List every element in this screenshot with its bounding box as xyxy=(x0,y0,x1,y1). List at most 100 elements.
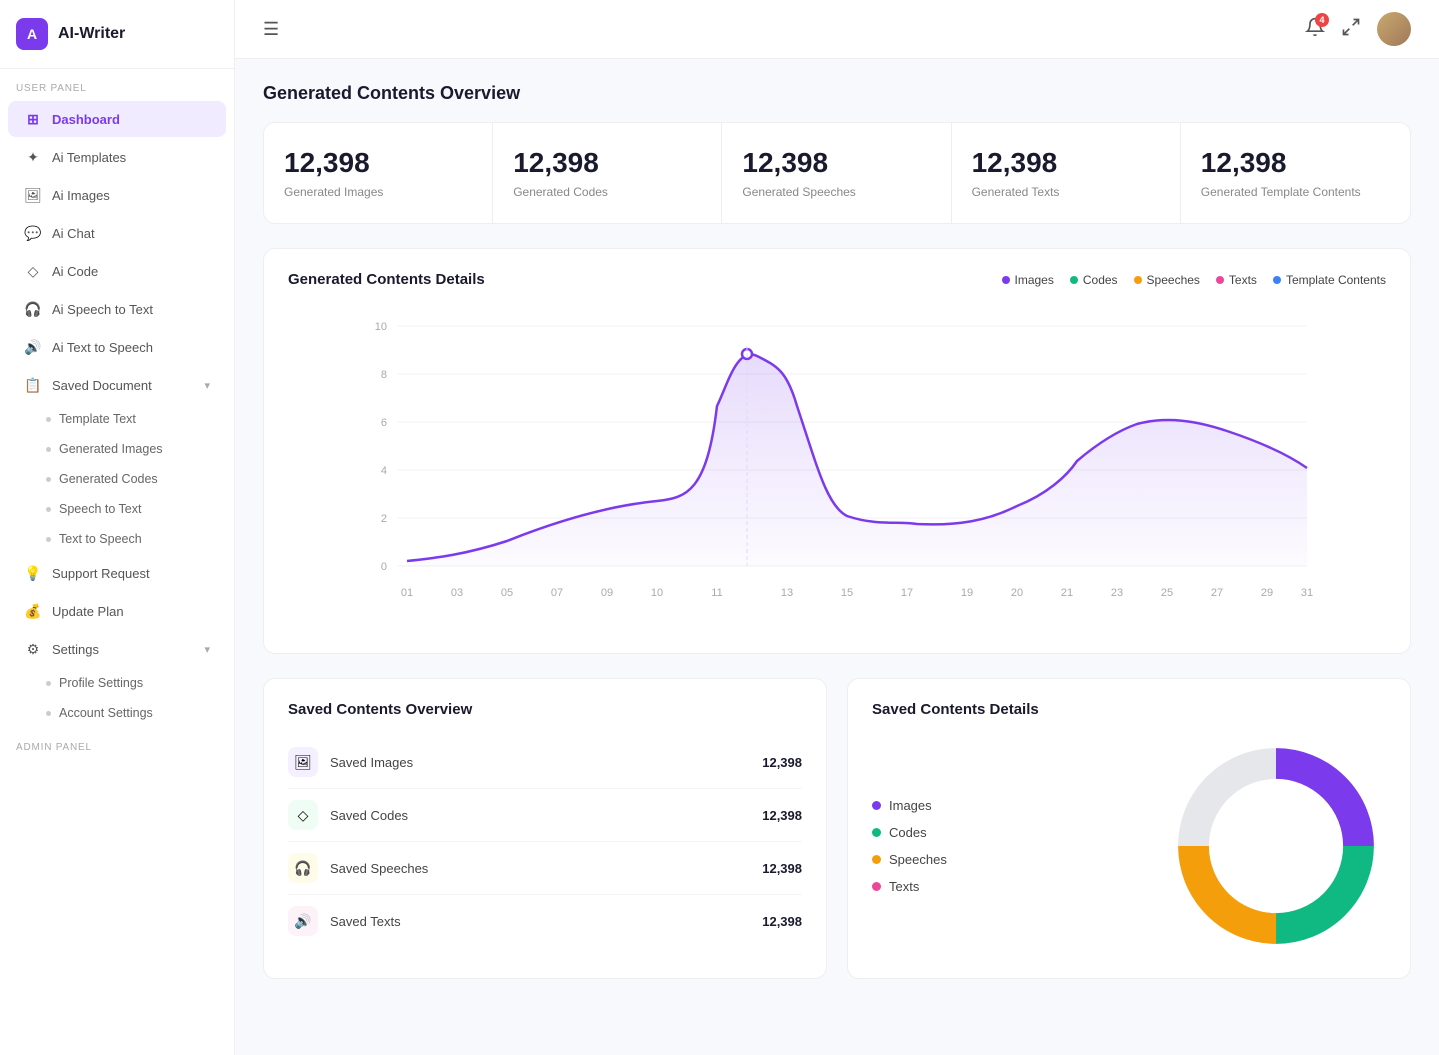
svg-text:09: 09 xyxy=(601,587,613,599)
svg-text:19: 19 xyxy=(961,587,973,599)
sidebar-item-speech-to-text[interactable]: Speech to Text xyxy=(8,495,226,523)
saved-images-icon: 🖼 xyxy=(288,747,318,777)
chart-card: Generated Contents Details Images Codes … xyxy=(263,248,1411,654)
svg-text:25: 25 xyxy=(1161,587,1173,599)
sidebar-item-ai-text-to-speech[interactable]: 🔊 Ai Text to Speech xyxy=(8,329,226,365)
bullet-dot xyxy=(46,681,51,686)
donut-area: Images Codes Speeches Texts xyxy=(872,736,1386,956)
sidebar-item-ai-code[interactable]: ◇ Ai Code xyxy=(8,253,226,289)
logo-text: AI-Writer xyxy=(58,25,125,43)
sidebar-item-ai-images[interactable]: 🖼 Ai Images xyxy=(8,177,226,213)
saved-row-label: Saved Images xyxy=(330,755,762,770)
ai-code-icon: ◇ xyxy=(24,262,42,280)
sidebar-item-label: Ai Code xyxy=(52,264,98,279)
stat-label: Generated Images xyxy=(284,185,472,199)
sidebar-item-saved-document[interactable]: 📋 Saved Document ▾ xyxy=(8,367,226,403)
menu-toggle-icon[interactable]: ☰ xyxy=(263,19,279,40)
svg-text:6: 6 xyxy=(381,417,387,429)
logo-area[interactable]: A AI-Writer xyxy=(0,0,234,69)
topbar: ☰ 4 xyxy=(235,0,1439,59)
sidebar-item-profile-settings[interactable]: Profile Settings xyxy=(8,669,226,697)
sidebar-item-text-to-speech[interactable]: Text to Speech xyxy=(8,525,226,553)
svg-text:8: 8 xyxy=(381,369,387,381)
stat-value: 12,398 xyxy=(742,147,930,179)
svg-text:01: 01 xyxy=(401,587,413,599)
legend-item-codes: Codes xyxy=(1070,273,1118,287)
content-area: Generated Contents Overview 12,398 Gener… xyxy=(235,59,1439,1055)
sidebar-item-label: Ai Templates xyxy=(52,150,126,165)
user-avatar[interactable] xyxy=(1377,12,1411,46)
sidebar-item-dashboard[interactable]: ⊞ Dashboard xyxy=(8,101,226,137)
donut-legend-images: Images xyxy=(872,798,947,813)
saved-row-label: Saved Codes xyxy=(330,808,762,823)
svg-text:17: 17 xyxy=(901,587,913,599)
sidebar-item-support-request[interactable]: 💡 Support Request xyxy=(8,555,226,591)
saved-overview-title: Saved Contents Overview xyxy=(288,701,802,718)
svg-text:13: 13 xyxy=(781,587,793,599)
svg-text:29: 29 xyxy=(1261,587,1273,599)
sidebar-item-update-plan[interactable]: 💰 Update Plan xyxy=(8,593,226,629)
legend-dot-texts xyxy=(1216,276,1224,284)
topbar-actions: 4 xyxy=(1305,12,1411,46)
legend-label: Speeches xyxy=(1147,273,1200,287)
saved-speeches-icon: 🎧 xyxy=(288,853,318,883)
line-chart-svg: 10 8 6 4 2 0 01 03 05 07 09 10 11 13 15 xyxy=(288,306,1386,626)
sidebar-item-account-settings[interactable]: Account Settings xyxy=(8,699,226,727)
sidebar-item-generated-codes[interactable]: Generated Codes xyxy=(8,465,226,493)
sidebar-item-label: Settings xyxy=(52,642,99,657)
legend-dot-codes xyxy=(1070,276,1078,284)
sidebar-item-label: Support Request xyxy=(52,566,150,581)
stat-value: 12,398 xyxy=(1201,147,1390,179)
chart-svg-area: 10 8 6 4 2 0 01 03 05 07 09 10 11 13 15 xyxy=(288,306,1386,631)
notification-button[interactable]: 4 xyxy=(1305,17,1325,42)
svg-text:05: 05 xyxy=(501,587,513,599)
svg-text:10: 10 xyxy=(651,587,663,599)
sidebar-item-template-text[interactable]: Template Text xyxy=(8,405,226,433)
ai-tts-icon: 🔊 xyxy=(24,338,42,356)
sidebar-item-label: Ai Chat xyxy=(52,226,95,241)
sidebar: A AI-Writer User Panel ⊞ Dashboard ✦ Ai … xyxy=(0,0,235,1055)
sidebar-item-generated-images[interactable]: Generated Images xyxy=(8,435,226,463)
donut-dot-speeches xyxy=(872,855,881,864)
bullet-dot xyxy=(46,477,51,482)
bullet-dot xyxy=(46,507,51,512)
legend-label: Template Contents xyxy=(1286,273,1386,287)
stat-value: 12,398 xyxy=(513,147,701,179)
donut-legend-label: Speeches xyxy=(889,852,947,867)
sidebar-item-ai-templates[interactable]: ✦ Ai Templates xyxy=(8,139,226,175)
saved-row-value: 12,398 xyxy=(762,861,802,876)
ai-chat-icon: 💬 xyxy=(24,224,42,242)
chart-legend: Images Codes Speeches Texts xyxy=(1002,273,1387,287)
legend-dot-speeches xyxy=(1134,276,1142,284)
fullscreen-button[interactable] xyxy=(1341,17,1361,42)
stat-value: 12,398 xyxy=(284,147,472,179)
stat-value: 12,398 xyxy=(972,147,1160,179)
svg-text:11: 11 xyxy=(711,587,722,599)
saved-doc-icon: 📋 xyxy=(24,376,42,394)
saved-overview-card: Saved Contents Overview 🖼 Saved Images 1… xyxy=(263,678,827,979)
donut-dot-images xyxy=(872,801,881,810)
sub-item-label: Speech to Text xyxy=(59,502,141,516)
chart-title: Generated Contents Details xyxy=(288,271,1002,288)
donut-legend-label: Images xyxy=(889,798,932,813)
saved-row-value: 12,398 xyxy=(762,914,802,929)
sidebar-item-settings[interactable]: ⚙ Settings ▾ xyxy=(8,631,226,667)
legend-item-speeches: Speeches xyxy=(1134,273,1200,287)
main-area: ☰ 4 Generated Contents Overview 12,398 G… xyxy=(235,0,1439,1055)
bullet-dot xyxy=(46,711,51,716)
saved-row-speeches: 🎧 Saved Speeches 12,398 xyxy=(288,842,802,895)
ai-templates-icon: ✦ xyxy=(24,148,42,166)
sidebar-item-label: Update Plan xyxy=(52,604,124,619)
donut-legend-texts: Texts xyxy=(872,879,947,894)
stat-card-codes: 12,398 Generated Codes xyxy=(493,123,722,223)
chart-header: Generated Contents Details Images Codes … xyxy=(288,271,1386,288)
saved-details-card: Saved Contents Details Images Codes xyxy=(847,678,1411,979)
svg-text:07: 07 xyxy=(551,587,563,599)
sidebar-item-ai-chat[interactable]: 💬 Ai Chat xyxy=(8,215,226,251)
sidebar-item-label: Ai Text to Speech xyxy=(52,340,153,355)
donut-legend-codes: Codes xyxy=(872,825,947,840)
sidebar-item-ai-speech-to-text[interactable]: 🎧 Ai Speech to Text xyxy=(8,291,226,327)
saved-row-texts: 🔊 Saved Texts 12,398 xyxy=(288,895,802,947)
legend-label: Texts xyxy=(1229,273,1257,287)
page-title: Generated Contents Overview xyxy=(263,83,1411,104)
